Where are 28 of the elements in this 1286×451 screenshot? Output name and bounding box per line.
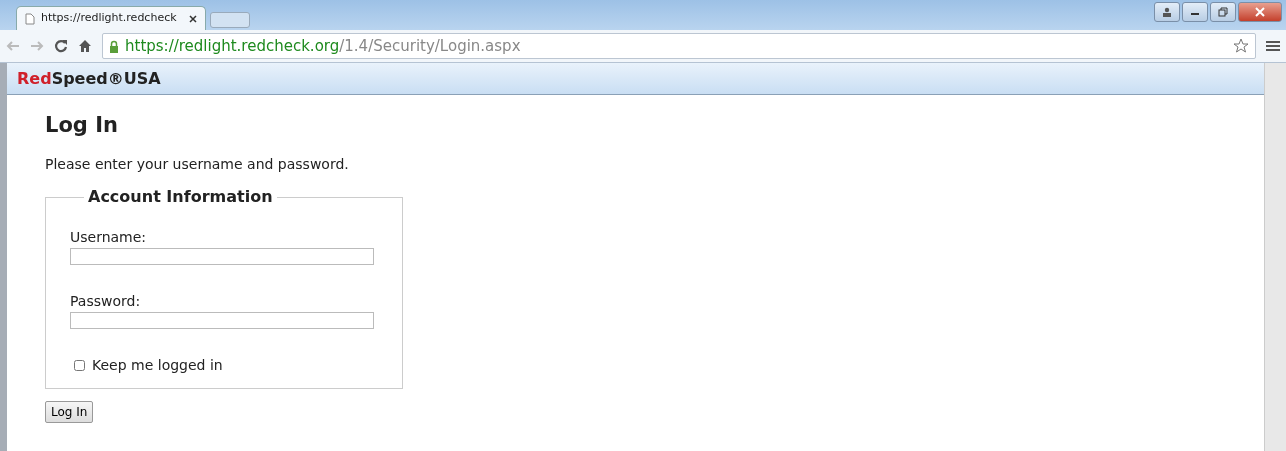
checkbox[interactable] [74, 360, 85, 372]
browser-tab[interactable]: https://redlight.redcheck [16, 6, 206, 30]
person-icon [1162, 7, 1172, 17]
scrollbar[interactable] [1264, 63, 1286, 451]
minimize-button[interactable] [1182, 2, 1208, 22]
input-field[interactable] [70, 312, 374, 330]
home-icon[interactable] [78, 39, 92, 53]
restore-icon [1218, 7, 1228, 17]
intro-text: Please enter your username and password. [45, 155, 350, 175]
address-bar[interactable]: https://redlight.redcheck.org/1.4/Security/Login.aspx [102, 33, 1256, 59]
user-button[interactable] [1154, 2, 1180, 22]
logo: RedSpeed®USA [17, 67, 161, 90]
maximize-button[interactable] [1210, 2, 1236, 22]
login-button[interactable]: Log In [45, 401, 94, 424]
menu-icon[interactable] [1266, 40, 1280, 52]
reload-icon[interactable] [54, 39, 68, 53]
page-title: Log In [45, 113, 119, 139]
close-icon [1255, 7, 1265, 17]
checkbox-label: Keep me logged in [92, 356, 223, 376]
page-icon [25, 12, 35, 25]
star-icon[interactable] [1233, 38, 1249, 54]
fieldset-legend: Account Information [84, 189, 277, 206]
close-icon[interactable] [189, 14, 197, 23]
field-label: Password: [70, 292, 141, 312]
input-field[interactable] [70, 248, 374, 266]
close-button[interactable] [1238, 2, 1282, 22]
field-label: Username: [70, 228, 147, 248]
url-text: https://redlight.redcheck.org/1.4/Security/Login.aspx [125, 35, 521, 57]
